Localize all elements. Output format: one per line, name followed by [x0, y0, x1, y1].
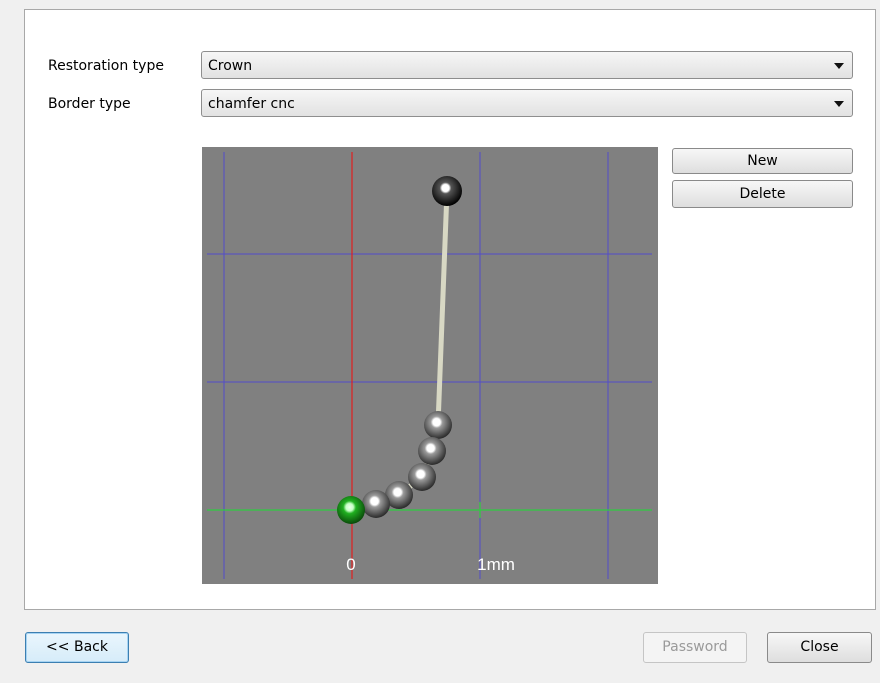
- control-point-handle[interactable]: [408, 463, 436, 491]
- close-button[interactable]: Close: [767, 632, 872, 663]
- new-button[interactable]: New: [672, 148, 853, 174]
- border-type-value: chamfer cnc: [208, 96, 295, 112]
- password-button[interactable]: Password: [643, 632, 747, 663]
- control-point-handle[interactable]: [362, 490, 390, 518]
- axis-label-scale: 1mm: [477, 555, 515, 574]
- chevron-down-icon: [834, 101, 844, 107]
- canvas-background: [202, 147, 658, 584]
- border-type-label: Border type: [48, 96, 131, 112]
- restoration-type-value: Crown: [208, 58, 253, 74]
- delete-button[interactable]: Delete: [672, 180, 853, 208]
- profile-canvas[interactable]: 0 1mm: [202, 147, 658, 584]
- chevron-down-icon: [834, 63, 844, 69]
- dialog-window: Restoration type Crown Border type chamf…: [0, 0, 880, 683]
- end-point-handle[interactable]: [432, 176, 462, 206]
- border-type-select[interactable]: chamfer cnc: [201, 89, 853, 117]
- restoration-type-select[interactable]: Crown: [201, 51, 853, 79]
- control-point-handle[interactable]: [418, 437, 446, 465]
- restoration-type-label: Restoration type: [48, 58, 164, 74]
- control-point-handle[interactable]: [424, 411, 452, 439]
- border-profile-editor[interactable]: 0 1mm: [202, 147, 658, 584]
- origin-point-handle[interactable]: [337, 496, 365, 524]
- axis-label-origin: 0: [346, 555, 355, 574]
- back-button[interactable]: << Back: [25, 632, 129, 663]
